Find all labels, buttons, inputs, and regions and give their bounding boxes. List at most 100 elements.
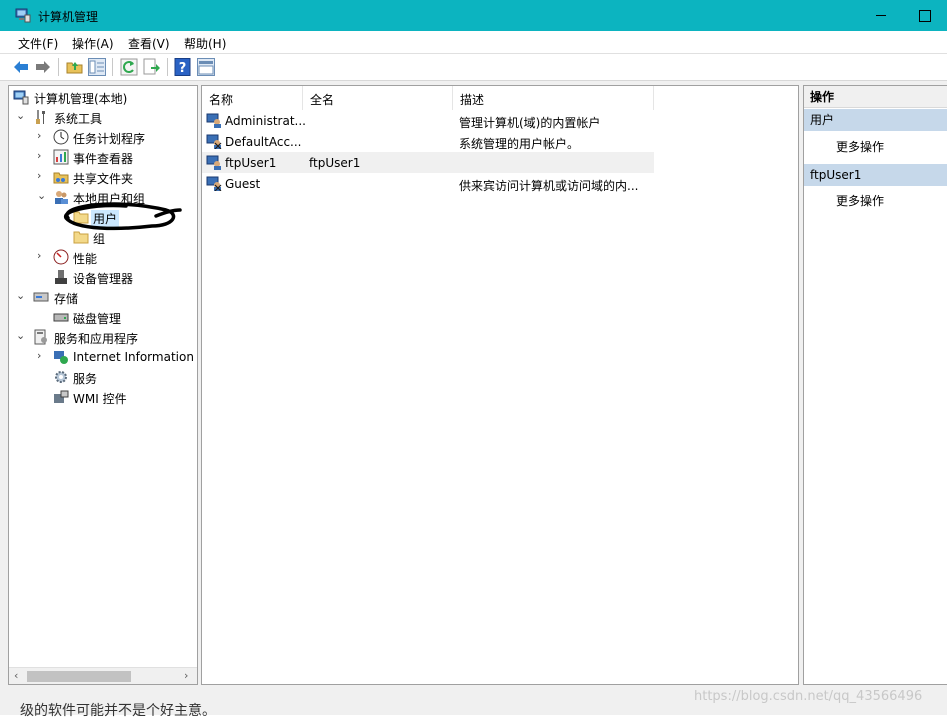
wmi-icon <box>54 390 69 403</box>
user-icon <box>206 113 221 128</box>
action-pane-title: 操作 <box>804 86 947 108</box>
iis-icon <box>54 351 68 364</box>
chevron-down-icon[interactable]: ⌄ <box>16 289 26 303</box>
services-apps-icon <box>34 329 47 345</box>
menu-view[interactable]: 查看(V) <box>128 35 170 52</box>
more-actions-link[interactable]: 更多操作 <box>836 192 884 209</box>
tree-item-storage[interactable]: ⌄ 存储 <box>13 287 197 307</box>
tree-item-services-apps[interactable]: ⌄ 服务和应用程序 <box>13 327 197 347</box>
background-window-text: 级的软件可能并不是个好主意。 <box>20 703 216 719</box>
scribble-annotation <box>64 202 182 231</box>
tools-icon <box>36 110 45 124</box>
column-fullname[interactable]: 全名 <box>303 86 453 110</box>
toolbar-separator <box>167 58 168 76</box>
minimize-button[interactable] <box>858 0 904 31</box>
tree-item-disk-management[interactable]: 磁盘管理 <box>13 307 197 327</box>
event-viewer-icon <box>53 149 69 165</box>
user-description: 供来宾访问计算机或访问域的内... <box>459 179 639 193</box>
chevron-right-icon[interactable]: › <box>37 169 47 183</box>
user-name: DefaultAcc... <box>225 135 302 149</box>
chevron-right-icon[interactable]: › <box>37 149 47 163</box>
window-title: 计算机管理 <box>38 10 99 24</box>
tree-item-label: 服务和应用程序 <box>54 332 139 346</box>
tree-item-label: WMI 控件 <box>73 392 127 406</box>
back-icon[interactable] <box>12 58 30 76</box>
maximize-button[interactable] <box>904 0 947 31</box>
tree-item-services[interactable]: 服务 <box>13 367 197 387</box>
help-icon[interactable]: ? <box>174 58 192 76</box>
menu-action[interactable]: 操作(A) <box>72 35 114 52</box>
console-tree-pane[interactable]: 计算机管理(本地) ⌄ 系统工具 › 任务计划程序 › 事件查看器 › 共享文件… <box>8 85 198 685</box>
user-fullname: ftpUser1 <box>309 156 361 170</box>
tree-item-performance[interactable]: › 性能 <box>13 247 197 267</box>
tree-item-label: 组 <box>93 232 106 246</box>
tree-item-label: 设备管理器 <box>73 272 134 286</box>
up-folder-icon[interactable] <box>66 58 84 76</box>
toolbar-separator <box>112 58 113 76</box>
menu-file[interactable]: 文件(F) <box>18 35 58 52</box>
column-name[interactable]: 名称 <box>202 86 303 110</box>
tree-item-wmi[interactable]: WMI 控件 <box>13 387 197 407</box>
user-icon <box>206 155 221 170</box>
storage-icon <box>33 292 49 302</box>
column-label: 全名 <box>310 93 335 107</box>
computer-management-window: 计算机管理 文件(F) 操作(A) 查看(V) 帮助(H) ? 计算机管理(本地… <box>0 0 947 719</box>
refresh-icon[interactable] <box>120 58 138 76</box>
tree-item-task-scheduler[interactable]: › 任务计划程序 <box>13 127 197 147</box>
export-list-icon[interactable] <box>143 58 161 76</box>
user-name: Guest <box>225 177 261 191</box>
disk-icon <box>53 313 69 322</box>
chevron-down-icon[interactable]: ⌄ <box>16 329 26 343</box>
tree-item-label: 系统工具 <box>54 112 103 126</box>
list-header: 名称 全名 描述 <box>202 86 654 110</box>
scroll-right-icon[interactable]: › <box>184 669 188 682</box>
tree-item-label: Internet Information S <box>73 350 198 364</box>
chevron-down-icon[interactable]: ⌄ <box>16 109 26 123</box>
forward-icon[interactable] <box>34 58 52 76</box>
disabled-user-icon <box>206 176 222 191</box>
tree-item-label: 任务计划程序 <box>73 132 146 146</box>
tree-item-iis[interactable]: › Internet Information S <box>13 347 197 367</box>
chevron-right-icon[interactable]: › <box>37 349 47 363</box>
computer-management-icon <box>13 90 29 105</box>
menu-help[interactable]: 帮助(H) <box>184 35 226 52</box>
tree-item-shared-folders[interactable]: › 共享文件夹 <box>13 167 197 187</box>
tree-item-label: 共享文件夹 <box>73 172 134 186</box>
menu-bar: 文件(F) 操作(A) 查看(V) 帮助(H) <box>0 31 947 54</box>
scrollbar-thumb[interactable] <box>27 671 131 682</box>
disabled-user-icon <box>206 134 222 149</box>
tree-item-root[interactable]: 计算机管理(本地) <box>13 87 197 107</box>
column-description[interactable]: 描述 <box>453 86 654 110</box>
user-description: 系统管理的用户帐户。 <box>459 137 580 151</box>
chevron-right-icon[interactable]: › <box>37 129 47 143</box>
show-tree-icon[interactable] <box>88 58 106 76</box>
scroll-left-icon[interactable]: ‹ <box>14 669 18 682</box>
tree-horizontal-scrollbar[interactable]: ‹ › <box>9 667 197 684</box>
tree-item-label: 存储 <box>54 292 79 306</box>
device-manager-icon <box>55 270 67 284</box>
user-list-pane[interactable]: 名称 全名 描述 Administrat... 管理计算机(域)的内置帐户 De… <box>201 85 799 685</box>
tree-item-label: 计算机管理(本地) <box>34 92 128 106</box>
tree-item-device-manager[interactable]: 设备管理器 <box>13 267 197 287</box>
list-item[interactable]: Guest 供来宾访问计算机或访问域的内... <box>202 173 654 194</box>
column-label: 描述 <box>460 93 485 107</box>
toolbar: ? <box>0 54 947 81</box>
list-item[interactable]: ftpUser1 ftpUser1 <box>202 152 654 173</box>
watermark: https://blog.csdn.net/qq_43566496 <box>694 689 923 704</box>
chevron-down-icon[interactable]: ⌄ <box>37 189 47 203</box>
tree-item-system-tools[interactable]: ⌄ 系统工具 <box>13 107 197 127</box>
chevron-right-icon[interactable]: › <box>37 249 47 263</box>
more-actions-link[interactable]: 更多操作 <box>836 138 884 155</box>
user-name: ftpUser1 <box>225 156 277 170</box>
tree-item-label: 事件查看器 <box>73 152 134 166</box>
tree-item-event-viewer[interactable]: › 事件查看器 <box>13 147 197 167</box>
title-bar[interactable]: 计算机管理 <box>0 0 947 31</box>
action-group-ftpuser1[interactable]: ftpUser1 <box>804 164 947 186</box>
performance-icon <box>53 249 69 265</box>
user-name: Administrat... <box>225 114 306 128</box>
list-item[interactable]: DefaultAcc... 系统管理的用户帐户。 <box>202 131 654 152</box>
action-pane-icon[interactable] <box>197 58 215 76</box>
user-description: 管理计算机(域)的内置帐户 <box>459 116 601 130</box>
list-item[interactable]: Administrat... 管理计算机(域)的内置帐户 <box>202 110 654 131</box>
action-group-users[interactable]: 用户 <box>804 109 947 131</box>
